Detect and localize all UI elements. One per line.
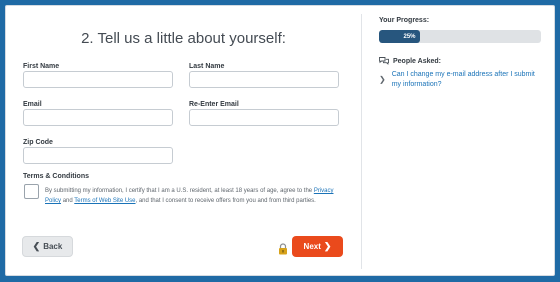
- progress-fill: 25%: [379, 30, 420, 43]
- last-name-label: Last Name: [189, 63, 225, 70]
- chevron-left-icon: ❮: [32, 241, 41, 251]
- email-label: Email: [23, 101, 42, 108]
- progress-label: Your Progress:: [379, 17, 430, 24]
- zip-code-label: Zip Code: [23, 139, 53, 146]
- back-button-label: Back: [43, 242, 63, 251]
- terms-heading: Terms & Conditions: [23, 173, 89, 180]
- terms-text-consent: , and that I consent to receive offers f…: [135, 198, 316, 204]
- form-card: 2. Tell us a little about yourself: Firs…: [5, 5, 555, 276]
- zip-code-field[interactable]: [23, 147, 173, 164]
- progress-bar: 25%: [379, 30, 541, 43]
- form-column: 2. Tell us a little about yourself: Firs…: [6, 6, 361, 275]
- terms-text-intro: By submitting my information, I certify …: [45, 188, 313, 194]
- chevron-right-icon: ❯: [379, 75, 386, 84]
- reenter-email-label: Re-Enter Email: [189, 101, 239, 108]
- column-divider: [361, 14, 362, 269]
- first-name-label: First Name: [23, 63, 60, 70]
- terms-text-and: and: [62, 198, 73, 204]
- people-asked-heading: People Asked:: [379, 57, 441, 65]
- chat-bubbles-icon: [379, 57, 389, 65]
- last-name-field[interactable]: [189, 71, 339, 88]
- sidebar: Your Progress: 25% People Asked: ❯ Can I…: [373, 6, 549, 275]
- next-button-label: Next: [303, 242, 321, 251]
- first-name-field[interactable]: [23, 71, 173, 88]
- lock-icon: [279, 243, 287, 255]
- faq-question: Can I change my e-mail address after I s…: [391, 71, 535, 88]
- terms-of-use-link[interactable]: Terms of Web Site Use: [74, 198, 135, 204]
- people-asked-label: People Asked:: [393, 57, 441, 65]
- faq-item[interactable]: ❯ Can I change my e-mail address after I…: [379, 70, 544, 90]
- email-field[interactable]: [23, 109, 173, 126]
- reenter-email-field[interactable]: [189, 109, 339, 126]
- terms-text: By submitting my information, I certify …: [45, 186, 339, 206]
- progress-percent: 25%: [403, 33, 416, 40]
- terms-checkbox[interactable]: [24, 184, 39, 199]
- chevron-right-icon: ❯: [323, 241, 332, 251]
- page-title: 2. Tell us a little about yourself:: [81, 30, 286, 47]
- next-button[interactable]: Next ❯: [292, 236, 343, 257]
- back-button[interactable]: ❮ Back: [22, 236, 73, 257]
